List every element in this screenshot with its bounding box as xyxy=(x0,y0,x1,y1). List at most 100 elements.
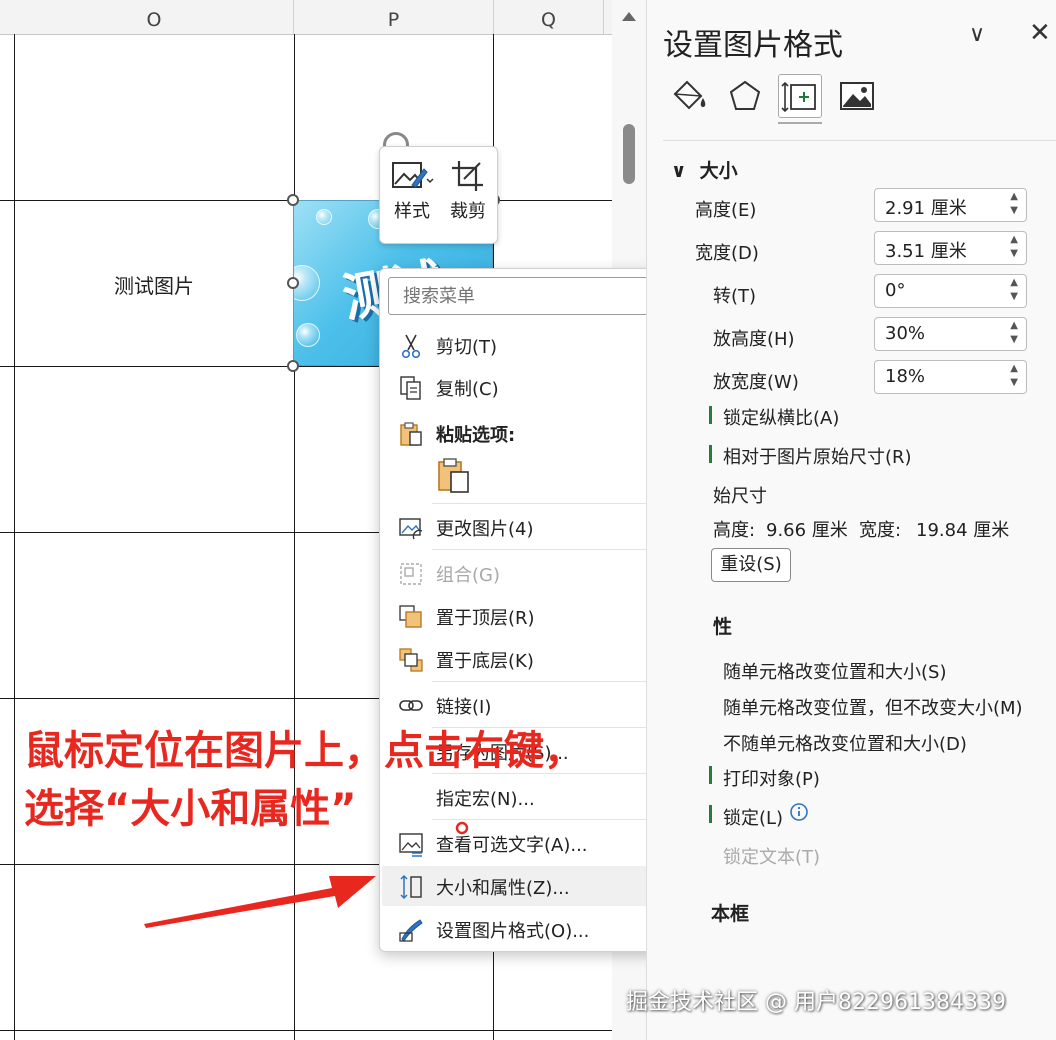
relative-size-checkbox[interactable] xyxy=(709,445,712,463)
tab-fill-line[interactable] xyxy=(667,74,711,118)
grid-line xyxy=(0,1030,620,1031)
lock-aspect-label: 锁定纵横比(A) xyxy=(723,408,840,429)
rotation-label: 转(T) xyxy=(713,286,757,307)
info-icon[interactable] xyxy=(789,802,809,822)
spin-up-icon[interactable]: ▲ xyxy=(1010,277,1018,288)
paint-bucket-icon xyxy=(673,80,706,110)
close-icon[interactable]: ✕ xyxy=(1029,18,1051,48)
menu-item-label: 剪切(T) xyxy=(436,337,498,358)
tab-size-properties[interactable] xyxy=(778,74,822,118)
scissors-icon xyxy=(401,334,421,359)
size-properties-icon xyxy=(400,874,422,900)
format-picture-icon xyxy=(399,919,423,942)
pentagon-icon xyxy=(729,80,761,110)
spin-down-icon[interactable]: ▼ xyxy=(1010,205,1018,216)
scale-height-label: 放高度(H) xyxy=(713,329,795,350)
group-icon xyxy=(400,563,422,585)
annotation-line-2: 选择“大小和属性” xyxy=(24,786,357,832)
menu-item-label: 粘贴选项: xyxy=(436,425,516,446)
size-layout-icon xyxy=(781,81,816,113)
cell-text[interactable]: 测试图片 xyxy=(15,270,293,299)
menu-item-label: 大小和属性(Z)... xyxy=(436,878,570,899)
picture-icon xyxy=(840,82,874,110)
original-size-label: 始尺寸 xyxy=(713,486,767,507)
spin-down-icon[interactable]: ▼ xyxy=(1010,334,1018,345)
mouse-pointer-icon xyxy=(455,821,469,835)
column-header-o[interactable]: O xyxy=(15,0,294,34)
height-label: 高度(E) xyxy=(695,200,757,221)
active-tab-indicator xyxy=(778,122,822,124)
crop-button[interactable]: 裁剪 xyxy=(440,153,496,237)
original-height-label: 高度: xyxy=(713,520,756,541)
width-label: 宽度(D) xyxy=(695,243,759,264)
change-picture-icon xyxy=(399,518,423,540)
original-width-value: 19.84 厘米 xyxy=(916,520,1010,541)
scroll-thumb[interactable] xyxy=(623,124,635,184)
locked-checkbox[interactable] xyxy=(709,805,712,823)
spinner-value: 2.91 厘米 xyxy=(885,198,967,219)
section-title: 大小 xyxy=(699,160,738,182)
move-and-size-option[interactable]: 随单元格改变位置和大小(S) xyxy=(723,658,946,684)
column-header-p[interactable]: P xyxy=(294,0,494,34)
print-object-label: 打印对象(P) xyxy=(723,769,820,790)
size-section-header[interactable]: ∨ 大小 xyxy=(671,156,738,183)
locked-label: 锁定(L) xyxy=(723,808,784,829)
menu-item-label: 复制(C) xyxy=(436,379,499,400)
lock-aspect-checkbox[interactable] xyxy=(709,406,712,424)
grid-line xyxy=(14,34,15,1040)
spin-up-icon[interactable]: ▲ xyxy=(1010,363,1018,374)
original-width-label: 宽度: xyxy=(859,520,902,541)
watermark: 掘金技术社区 @ 用户822961384339 xyxy=(626,990,1006,1015)
height-spinner[interactable]: 2.91 厘米 ▲ ▼ xyxy=(874,188,1027,222)
spinner-value: 0° xyxy=(885,280,906,301)
picture-style-icon xyxy=(392,162,434,188)
spin-up-icon[interactable]: ▲ xyxy=(1010,191,1018,202)
resize-handle[interactable] xyxy=(287,194,299,206)
resize-handle[interactable] xyxy=(287,277,299,289)
column-header-q[interactable]: Q xyxy=(494,0,604,34)
spin-down-icon[interactable]: ▼ xyxy=(1010,248,1018,259)
mini-toolbar: 样式 裁剪 xyxy=(379,146,498,244)
tab-effects[interactable] xyxy=(723,74,767,118)
no-move-option[interactable]: 不随单元格改变位置和大小(D) xyxy=(723,730,967,756)
width-spinner[interactable]: 3.51 厘米 ▲ ▼ xyxy=(874,231,1027,265)
menu-item-label: 置于底层(K) xyxy=(436,651,534,672)
move-no-size-option[interactable]: 随单元格改变位置，但不改变大小(M) xyxy=(723,694,1023,720)
tab-picture[interactable] xyxy=(835,74,879,118)
style-button[interactable]: 样式 xyxy=(384,153,440,237)
style-label: 样式 xyxy=(394,201,430,222)
red-arrow-icon xyxy=(144,876,376,928)
column-header-bar: O P Q xyxy=(0,0,620,35)
menu-item-label: 更改图片(4) xyxy=(436,519,534,540)
menu-item-label: 链接(I) xyxy=(436,697,492,718)
textbox-section-header[interactable]: 本框 xyxy=(711,899,749,926)
pane-divider xyxy=(663,140,1056,141)
spin-up-icon[interactable]: ▲ xyxy=(1010,234,1018,245)
paste-picture-icon[interactable] xyxy=(436,457,472,495)
lock-text-label: 锁定文本(T) xyxy=(723,847,821,868)
crop-label: 裁剪 xyxy=(450,201,486,222)
scroll-up-icon[interactable] xyxy=(622,12,636,21)
spinner-value: 30% xyxy=(885,323,926,344)
spinner-value: 18% xyxy=(885,366,926,387)
send-back-icon xyxy=(399,648,423,672)
copy-icon xyxy=(400,376,421,400)
resize-handle[interactable] xyxy=(287,360,299,372)
properties-section-header[interactable]: 性 xyxy=(713,612,732,639)
spinner-value: 3.51 厘米 xyxy=(885,241,967,262)
scale-height-spinner[interactable]: 30% ▲ ▼ xyxy=(874,317,1027,351)
format-picture-pane: 设置图片格式 ∨ ✕ ∨ 大小 高度(E) 2.91 厘米 ▲ ▼ 宽度(D) … xyxy=(646,0,1056,1040)
chevron-down-icon[interactable]: ∨ xyxy=(969,22,985,47)
print-object-checkbox[interactable] xyxy=(709,766,712,784)
bubble-decoration xyxy=(316,209,332,225)
paste-icon xyxy=(400,422,422,446)
reset-button[interactable]: 重设(S) xyxy=(711,548,791,582)
spin-up-icon[interactable]: ▲ xyxy=(1010,320,1018,331)
annotation-line-1: 鼠标定位在图片上，点击右键， xyxy=(24,728,584,774)
spin-down-icon[interactable]: ▼ xyxy=(1010,291,1018,302)
menu-item-label: 置于顶层(R) xyxy=(436,608,535,629)
rotation-spinner[interactable]: 0° ▲ ▼ xyxy=(874,274,1027,308)
spin-down-icon[interactable]: ▼ xyxy=(1010,377,1018,388)
menu-item-label: 设置图片格式(O)... xyxy=(436,921,590,942)
scale-width-spinner[interactable]: 18% ▲ ▼ xyxy=(874,360,1027,394)
